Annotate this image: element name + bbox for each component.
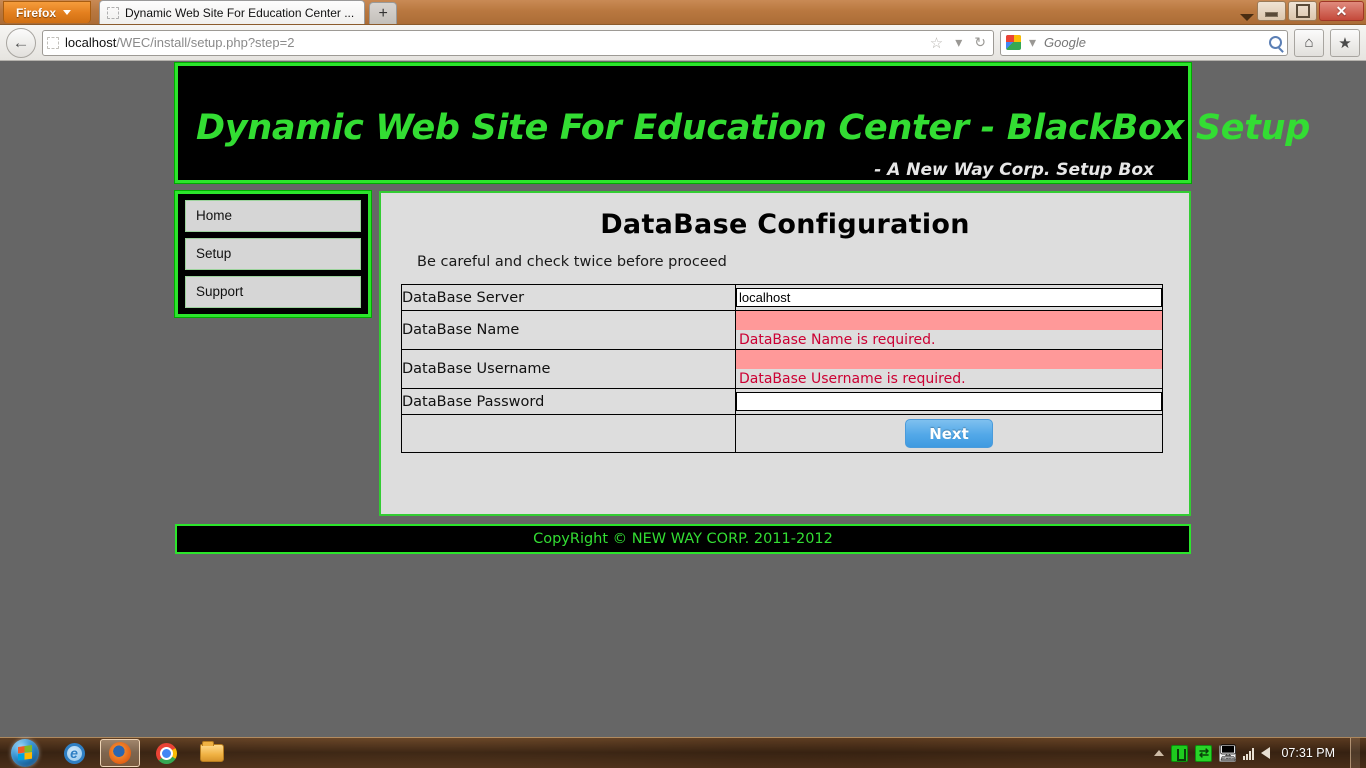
sidebar-item-home[interactable]: Home <box>185 200 361 232</box>
chevron-down-icon <box>63 10 71 15</box>
minimize-button[interactable] <box>1257 1 1286 21</box>
taskbar-item-internet-explorer[interactable]: e <box>54 739 94 767</box>
field-cell-db-username: DataBase Username is required. <box>736 350 1163 389</box>
windows-logo-icon <box>11 739 39 767</box>
sidebar-item-support[interactable]: Support <box>185 276 361 308</box>
start-button[interactable] <box>2 738 48 768</box>
field-label-db-username: DataBase Username <box>402 350 736 389</box>
windows-taskbar: e ⇄ 🖥 07:31 PM <box>0 737 1366 768</box>
system-tray: ⇄ 🖥 07:31 PM <box>1154 738 1366 768</box>
browser-tab-strip: Firefox Dynamic Web Site For Education C… <box>0 0 1366 25</box>
db-name-input[interactable] <box>736 311 1162 330</box>
table-row: DataBase Username DataBase Username is r… <box>402 350 1163 389</box>
search-input[interactable]: Google <box>1044 35 1264 50</box>
copyright-text: CopyRight © NEW WAY CORP. 2011-2012 <box>533 531 833 547</box>
firefox-browser-window: Firefox Dynamic Web Site For Education C… <box>0 0 1366 737</box>
taskbar-item-chrome[interactable] <box>146 739 186 767</box>
field-label-db-name: DataBase Name <box>402 311 736 350</box>
table-row-submit: Next <box>402 415 1163 453</box>
firefox-menu-button[interactable]: Firefox <box>3 1 91 23</box>
taskbar-clock[interactable]: 07:31 PM <box>1277 746 1341 760</box>
window-controls: ✕ <box>1257 1 1364 21</box>
reload-icon[interactable]: ↻ <box>971 34 989 51</box>
page-title: DataBase Configuration <box>391 203 1179 254</box>
url-path: /WEC/install/setup.php?step=2 <box>116 35 294 50</box>
field-label-db-password: DataBase Password <box>402 389 736 415</box>
site-identity-icon <box>47 37 59 49</box>
field-cell-db-password <box>736 389 1163 415</box>
table-row: DataBase Password <box>402 389 1163 415</box>
search-icon[interactable] <box>1269 36 1282 49</box>
home-button[interactable]: ⌂ <box>1294 29 1324 57</box>
navigation-toolbar: ← localhost/WEC/install/setup.php?step=2… <box>0 25 1366 61</box>
bookmarks-button[interactable]: ★ <box>1330 29 1360 57</box>
signal-strength-icon[interactable] <box>1243 747 1254 760</box>
taskbar-item-firefox[interactable] <box>100 739 140 767</box>
restore-button[interactable] <box>1288 1 1317 21</box>
error-message-db-username: DataBase Username is required. <box>736 369 1162 388</box>
internet-explorer-icon: e <box>64 743 85 764</box>
site-footer: CopyRight © NEW WAY CORP. 2011-2012 <box>175 524 1191 554</box>
tray-sync-icon[interactable]: ⇄ <box>1195 745 1212 762</box>
page-body: Home Setup Support DataBase Configuratio… <box>175 183 1191 516</box>
web-page-viewport: Dynamic Web Site For Education Center - … <box>0 61 1366 737</box>
browser-tab-active[interactable]: Dynamic Web Site For Education Center ..… <box>99 0 365 24</box>
back-button[interactable]: ← <box>6 28 36 58</box>
instruction-note: Be careful and check twice before procee… <box>391 254 1179 284</box>
new-tab-button[interactable]: + <box>369 2 397 24</box>
chrome-icon <box>156 743 177 764</box>
sidebar-menu: Home Setup Support <box>175 191 371 317</box>
next-button[interactable]: Next <box>905 419 993 448</box>
close-button[interactable]: ✕ <box>1319 1 1364 21</box>
site-header-banner: Dynamic Web Site For Education Center - … <box>175 63 1191 183</box>
main-content-panel: DataBase Configuration Be careful and ch… <box>379 191 1191 516</box>
browser-tab-title: Dynamic Web Site For Education Center ..… <box>125 6 354 20</box>
favicon-placeholder-icon <box>107 7 119 19</box>
tray-network-icon[interactable]: 🖥 <box>1219 745 1236 762</box>
tray-usb-icon[interactable] <box>1171 745 1188 762</box>
error-message-db-name: DataBase Name is required. <box>736 330 1162 349</box>
field-cell-db-server <box>736 285 1163 311</box>
field-label-db-server: DataBase Server <box>402 285 736 311</box>
table-row: DataBase Name DataBase Name is required. <box>402 311 1163 350</box>
chevron-down-icon[interactable]: ▾ <box>952 34 965 51</box>
db-password-input[interactable] <box>736 392 1162 411</box>
site-title: Dynamic Web Site For Education Center - … <box>196 66 1170 146</box>
list-all-tabs-icon[interactable] <box>1240 14 1254 21</box>
page-wrapper: Dynamic Web Site For Education Center - … <box>175 61 1191 554</box>
show-hidden-icons-icon[interactable] <box>1154 750 1164 756</box>
google-logo-icon <box>1006 35 1021 50</box>
submit-cell-left <box>402 415 736 453</box>
database-config-form: DataBase Server DataBase Name DataBase N… <box>401 284 1163 453</box>
volume-icon[interactable] <box>1261 747 1270 759</box>
field-cell-db-name: DataBase Name is required. <box>736 311 1163 350</box>
sidebar-item-setup[interactable]: Setup <box>185 238 361 270</box>
search-bar[interactable]: ▾ Google <box>1000 30 1288 56</box>
taskbar-item-explorer[interactable] <box>192 739 232 767</box>
folder-icon <box>200 744 224 762</box>
firefox-icon <box>109 742 131 764</box>
bookmark-star-icon[interactable]: ☆ <box>927 34 946 52</box>
show-desktop-button[interactable] <box>1350 738 1360 768</box>
chevron-down-icon[interactable]: ▾ <box>1026 34 1039 51</box>
url-bar[interactable]: localhost/WEC/install/setup.php?step=2 ☆… <box>42 30 994 56</box>
table-row: DataBase Server <box>402 285 1163 311</box>
db-username-input[interactable] <box>736 350 1162 369</box>
submit-cell: Next <box>736 415 1163 453</box>
db-server-input[interactable] <box>736 288 1162 307</box>
firefox-menu-label: Firefox <box>16 6 56 20</box>
site-subtitle: - A New Way Corp. Setup Box <box>196 146 1170 180</box>
url-host: localhost <box>65 35 116 50</box>
url-text: localhost/WEC/install/setup.php?step=2 <box>65 35 921 50</box>
